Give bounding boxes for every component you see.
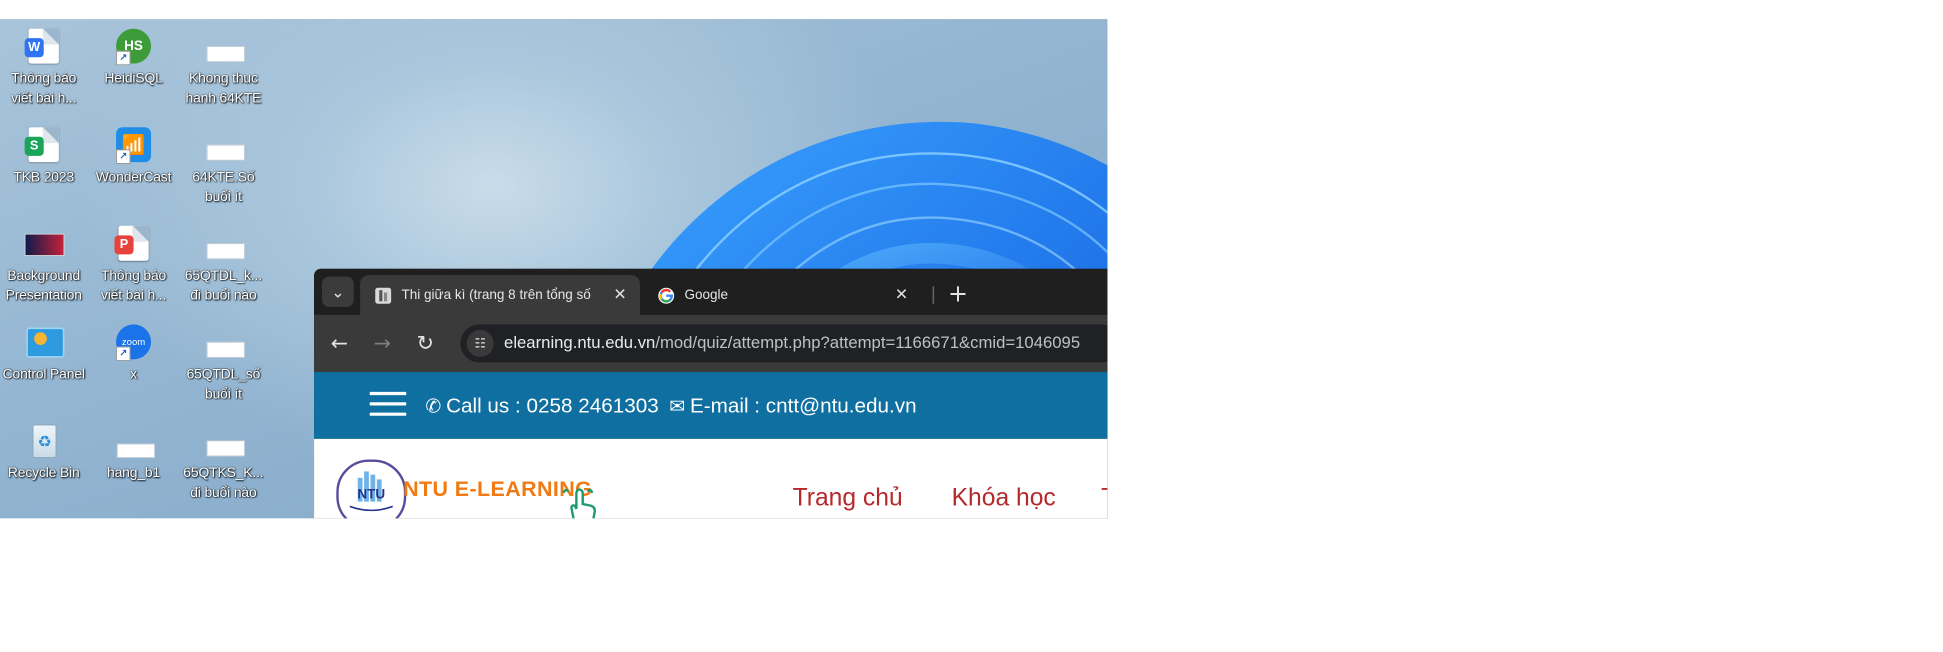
desktop-icon-thong-bao-1[interactable]: W Thông báo viết bài h... xyxy=(2,27,86,108)
zoom-icon: zoom ↗ xyxy=(114,323,152,361)
close-icon[interactable]: ✕ xyxy=(610,284,631,305)
tab-quiz[interactable]: Thi giữa kì (trang 8 trên tổng số ✕ xyxy=(360,275,640,315)
pointer-hand-icon xyxy=(562,488,596,519)
spreadsheet-file-icon xyxy=(206,243,245,260)
desktop-icon-label: WonderCast xyxy=(95,168,172,185)
google-favicon xyxy=(658,287,675,304)
desktop-icon-label: 65QTKS_K... đi buổi nào xyxy=(183,464,264,501)
tune-icon[interactable]: ☷ xyxy=(466,329,494,357)
desktop-icon-label: x xyxy=(130,365,137,382)
desktop-icon-zoom[interactable]: zoom ↗ x xyxy=(91,323,175,384)
browser-window: ⌄ Thi giữa kì (trang 8 trên tổng số ✕ Go… xyxy=(314,268,1108,519)
browser-toolbar: ← → ↻ ☷ elearning.ntu.edu.vn/mod/quiz/at… xyxy=(314,314,1108,373)
ntu-logo-graphic: NTU xyxy=(349,471,394,512)
nav-item-partial[interactable]: T xyxy=(1101,483,1107,512)
desktop-icon-label: 65QTDL_k... đi buổi nào xyxy=(184,267,262,303)
desktop-icon-label: hang_b1 xyxy=(107,464,161,481)
desktop-icon-label: Control Panel xyxy=(2,365,85,382)
desktop-icon-control-panel[interactable]: Control Panel xyxy=(2,323,86,384)
desktop-icon-hang-b1[interactable]: hang_b1 xyxy=(91,421,175,482)
envelope-icon: ✉ xyxy=(669,395,686,418)
spreadsheet-file-icon xyxy=(206,46,245,63)
recycle-bin-icon: ♻ xyxy=(25,421,63,459)
desktop-icon-label: 65QTDL_số buổi ít xyxy=(186,365,261,402)
desktop-icon-label: Thông báo viết bài h... xyxy=(11,69,77,106)
desktop-icon-65qtdl-so[interactable]: 65QTDL_số buổi ít xyxy=(181,323,265,404)
desktop-background: W Thông báo viết bài h... HS ↗ HeidiSQL K… xyxy=(0,19,1108,519)
tab-title: Thi giữa kì (trang 8 trên tổng số xyxy=(401,286,591,303)
site-header: NTU NTU E-LEARNING Trang chủ Khóa học T xyxy=(314,438,1108,519)
desktop-icon-label: Background Presentation xyxy=(5,267,82,303)
desktop-icon-64kte[interactable]: 64KTE.Số buổi ít xyxy=(181,126,265,207)
ntu-logo[interactable]: NTU xyxy=(336,459,407,519)
desktop-icon-thong-bao-2[interactable]: P Thông báo viết bài h... xyxy=(91,224,175,305)
chevron-down-icon: ⌄ xyxy=(331,282,345,302)
email-text[interactable]: E-mail : cntt@ntu.edu.vn xyxy=(690,394,917,418)
spreadsheet-file-icon xyxy=(206,341,245,358)
back-button[interactable]: ← xyxy=(324,328,356,360)
tab-google[interactable]: Google ✕ xyxy=(643,275,921,315)
phone-icon: ✆ xyxy=(425,395,442,418)
desktop-icon-label: 64KTE.Số buổi ít xyxy=(192,168,255,205)
desktop-icon-wondercast[interactable]: 📶 ↗ WonderCast xyxy=(91,126,175,187)
desktop-icon-background-presentation[interactable]: Background Presentation xyxy=(2,224,86,305)
desktop-icon-label: Recycle Bin xyxy=(7,464,80,481)
url-text: elearning.ntu.edu.vn/mod/quiz/attempt.ph… xyxy=(504,333,1081,353)
nav-home[interactable]: Trang chủ xyxy=(793,483,903,512)
desktop-icon-heidisql[interactable]: HS ↗ HeidiSQL xyxy=(91,27,175,88)
address-bar[interactable]: ☷ elearning.ntu.edu.vn/mod/quiz/attempt.… xyxy=(460,324,1108,363)
tab-title: Google xyxy=(684,286,729,303)
wps-sheet-icon: S xyxy=(24,136,44,156)
wondercast-icon: 📶 ↗ xyxy=(114,126,152,164)
hamburger-menu-icon[interactable] xyxy=(369,391,407,419)
desktop-icon-label: Khong thuc hanh 64KTE xyxy=(185,69,262,106)
tab-strip: ⌄ Thi giữa kì (trang 8 trên tổng số ✕ Go… xyxy=(314,268,1108,315)
presentation-file-icon xyxy=(24,233,65,256)
contact-info: ✆ Call us : 0258 2461303 ✉ E-mail : cntt@n… xyxy=(425,391,916,421)
wps-pdf-icon: P xyxy=(114,235,134,255)
spreadsheet-file-icon xyxy=(206,144,245,161)
image-file-icon xyxy=(116,443,156,458)
forward-button[interactable]: → xyxy=(366,328,398,360)
tab-separator xyxy=(932,286,935,304)
reload-button[interactable]: ↻ xyxy=(409,328,441,360)
desktop-icon-65qtdl-k[interactable]: 65QTDL_k... đi buổi nào xyxy=(181,224,265,305)
new-tab-button[interactable]: + xyxy=(942,278,974,310)
desktop-icon-65qtks-k[interactable]: 65QTKS_K... đi buổi nào xyxy=(181,421,265,502)
spreadsheet-file-icon xyxy=(206,440,245,457)
wps-writer-icon: W xyxy=(24,38,44,58)
desktop-icon-recycle-bin[interactable]: ♻ Recycle Bin xyxy=(2,421,86,482)
tab-search-button[interactable]: ⌄ xyxy=(321,276,354,307)
moodle-quiz-favicon xyxy=(375,287,392,304)
control-panel-icon xyxy=(25,323,65,361)
desktop-icon-label: TKB 2023 xyxy=(13,168,75,185)
desktop-icon-label: HeidiSQL xyxy=(104,69,163,86)
close-icon[interactable]: ✕ xyxy=(891,284,912,305)
nav-courses[interactable]: Khóa học xyxy=(952,483,1056,512)
svg-text:NTU: NTU xyxy=(357,486,385,501)
desktop-icon-tkb-2023[interactable]: S TKB 2023 xyxy=(2,126,86,187)
call-us-text: Call us : 0258 2461303 xyxy=(446,393,659,418)
desktop-icon-label: Thông báo viết bài h... xyxy=(100,267,167,303)
desktop-icon-khong-thuc-hanh[interactable]: Khong thuc hanh 64KTE xyxy=(181,27,265,108)
contact-bar: ✆ Call us : 0258 2461303 ✉ E-mail : cntt@n… xyxy=(314,372,1108,439)
heidisql-icon: HS ↗ xyxy=(114,27,152,66)
